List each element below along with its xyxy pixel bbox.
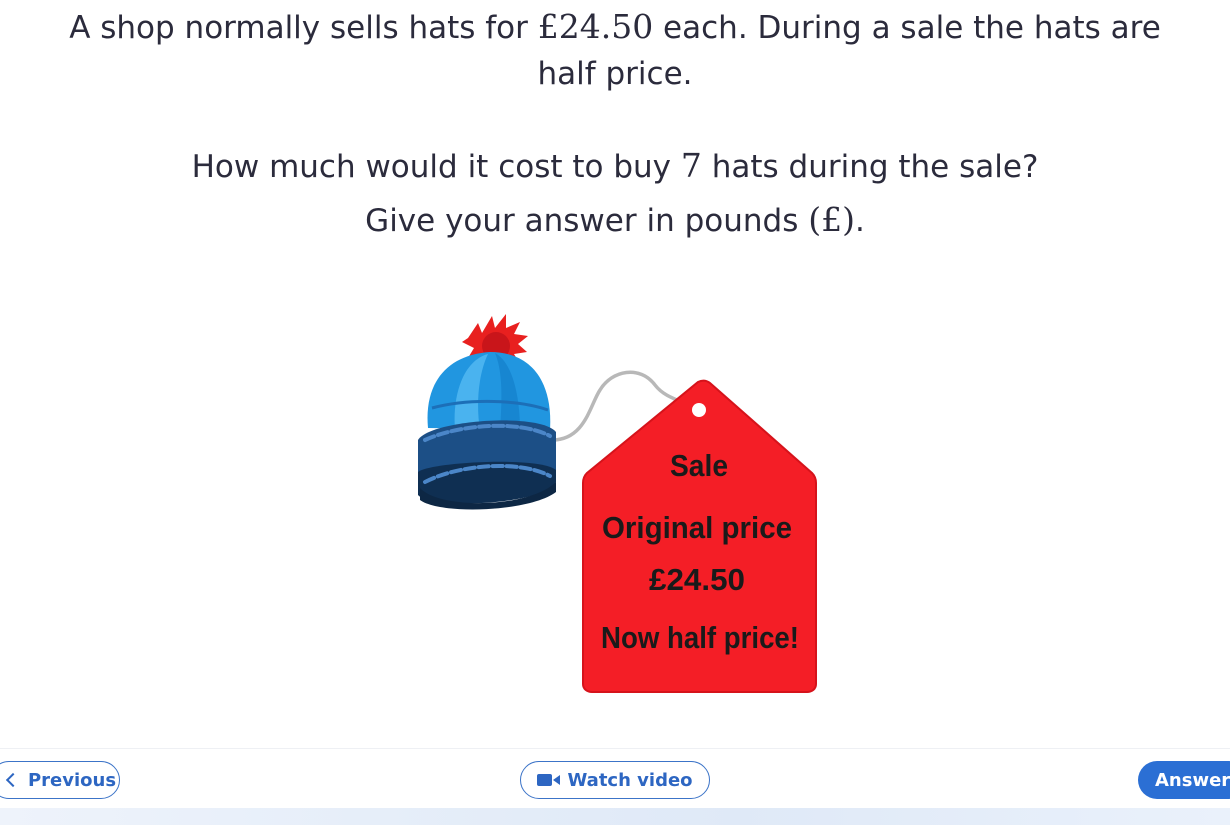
- tag-original-price-label: Original price: [602, 510, 792, 545]
- previous-button[interactable]: Previous: [0, 761, 120, 799]
- answer-button[interactable]: Answer: [1138, 761, 1230, 799]
- chevron-left-icon: [5, 772, 21, 788]
- tag-original-price-value: £24.50: [649, 562, 745, 597]
- video-camera-icon: [537, 774, 561, 786]
- watch-video-button[interactable]: Watch video: [520, 761, 710, 799]
- watch-video-label: Watch video: [567, 769, 693, 791]
- tag-hole: [692, 403, 706, 417]
- hat-icon: [418, 352, 556, 510]
- previous-label: Previous: [27, 769, 117, 791]
- hat-and-tag-illustration: Sale Original price £24.50 Now half pric…: [418, 314, 817, 693]
- tag-half-price-label: Now half price!: [601, 620, 799, 655]
- tag-sale-label: Sale: [670, 448, 728, 483]
- sale-tag: Sale Original price £24.50 Now half pric…: [582, 379, 817, 693]
- answer-label: Answer: [1155, 769, 1230, 791]
- bottom-strip: [0, 808, 1230, 825]
